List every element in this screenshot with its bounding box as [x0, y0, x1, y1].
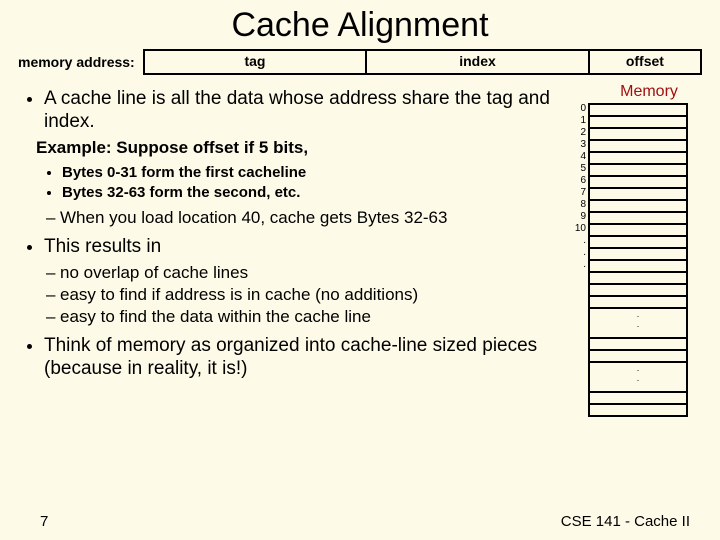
- rn6: 6: [570, 175, 586, 187]
- rn-dot3: .: [570, 259, 586, 271]
- bullet-3: Think of memory as organized into cache-…: [44, 334, 564, 380]
- bullet-2-dash-1: –no overlap of cache lines: [46, 262, 564, 284]
- rn10: 10: [570, 223, 586, 235]
- offset-field: offset: [590, 51, 700, 73]
- bullet-2: This results in: [44, 235, 564, 258]
- page-number: 7: [40, 513, 48, 530]
- rn0: 0: [570, 103, 586, 115]
- bullet-2-dash-3: –easy to find the data within the cache …: [46, 306, 564, 328]
- b2d3-text: easy to find the data within the cache l…: [60, 306, 371, 328]
- address-label: memory address:: [18, 54, 135, 70]
- course-label: CSE 141 - Cache II: [561, 513, 690, 530]
- rn5: 5: [570, 163, 586, 175]
- body-text: A cache line is all the data whose addre…: [20, 81, 570, 417]
- bullet-1-dash-text: When you load location 40, cache gets By…: [60, 207, 447, 229]
- index-field: index: [367, 51, 590, 73]
- mem-dots2: ..: [590, 363, 686, 383]
- rn1: 1: [570, 115, 586, 127]
- example-text: Example: Suppose offset if 5 bits,: [36, 137, 564, 158]
- rn3: 3: [570, 139, 586, 151]
- rn-dot1: .: [570, 235, 586, 247]
- memory-diagram: Memory 0 1 2 3 4 5 6 7 8 9 10 . . .: [570, 81, 702, 417]
- memory-row-numbers: 0 1 2 3 4 5 6 7 8 9 10 . . .: [570, 103, 586, 417]
- slide-title: Cache Alignment: [0, 0, 720, 49]
- example-sub-1: Bytes 0-31 form the first cacheline: [62, 163, 564, 183]
- rn9: 9: [570, 211, 586, 223]
- memory-cells: .. ..: [588, 103, 688, 417]
- rn2: 2: [570, 127, 586, 139]
- bullet-2-dash-2: –easy to find if address is in cache (no…: [46, 284, 564, 306]
- address-fields: tag index offset: [143, 49, 702, 75]
- rn4: 4: [570, 151, 586, 163]
- mem-dots: ..: [590, 309, 686, 329]
- bullet-1: A cache line is all the data whose addre…: [44, 87, 564, 133]
- tag-field: tag: [145, 51, 368, 73]
- footer: 7 CSE 141 - Cache II: [0, 513, 720, 530]
- b2d1-text: no overlap of cache lines: [60, 262, 248, 284]
- rn7: 7: [570, 187, 586, 199]
- bullet-1-dash: –When you load location 40, cache gets B…: [46, 207, 564, 229]
- rn8: 8: [570, 199, 586, 211]
- example-sub-2: Bytes 32-63 form the second, etc.: [62, 183, 564, 203]
- b2d2-text: easy to find if address is in cache (no …: [60, 284, 418, 306]
- rn-dot2: .: [570, 247, 586, 259]
- memory-label: Memory: [596, 83, 702, 101]
- memory-address-diagram: memory address: tag index offset: [0, 49, 720, 81]
